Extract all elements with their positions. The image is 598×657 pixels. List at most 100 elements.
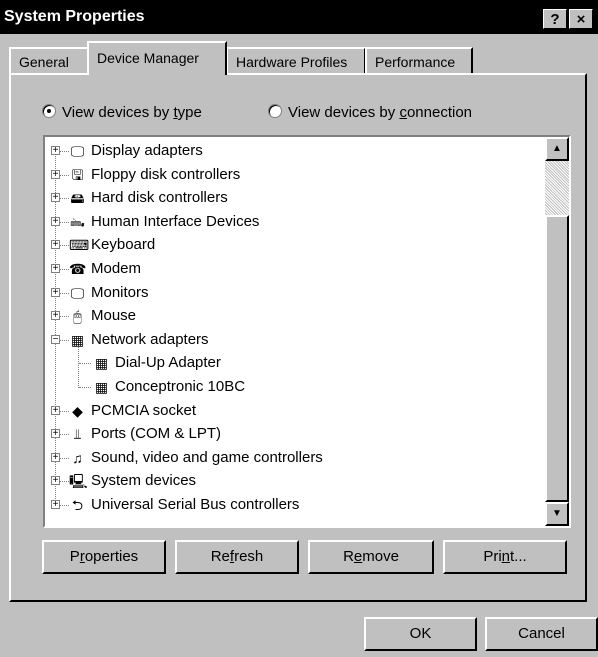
expand-icon[interactable]: + (51, 429, 60, 439)
close-button[interactable]: × (569, 9, 593, 29)
tree-line (60, 410, 69, 412)
tree-line (60, 457, 69, 459)
remove-button[interactable]: Remove (308, 540, 434, 574)
tree-item-label: Universal Serial Bus controllers (91, 496, 300, 513)
modem-icon: ☎ (69, 261, 87, 277)
vertical-scrollbar[interactable]: ▲ ▼ (545, 137, 569, 526)
tree-item[interactable]: + 🖳 System devices (45, 470, 535, 492)
tree-line (60, 221, 69, 223)
radio-view-by-connection[interactable]: View devices by connection (268, 104, 472, 121)
tree-item-label: System devices (91, 472, 197, 490)
floppy-controller-icon: 🖫 (71, 166, 84, 183)
radio-view-by-type[interactable]: View devices by type (42, 104, 202, 121)
title-bar[interactable]: System Properties ? × (0, 0, 598, 34)
tree-line (60, 481, 69, 483)
tree-item[interactable]: + 🖵 Monitors (45, 282, 535, 304)
tree-item-label: PCMCIA socket (91, 401, 197, 419)
expand-icon[interactable]: + (51, 476, 60, 486)
expand-icon[interactable]: + (51, 264, 60, 274)
tree-item[interactable]: + 🖱 Mouse (45, 305, 535, 327)
scroll-up-button[interactable]: ▲ (545, 137, 569, 161)
tree-item[interactable]: + 🖴 Hard disk controllers (45, 187, 535, 209)
display-icon: 🖵 (70, 143, 85, 159)
tree-line (60, 198, 69, 200)
tree-item-label: Human Interface Devices (91, 212, 260, 230)
collapse-icon[interactable]: − (51, 334, 60, 344)
tab-performance[interactable]: Performance (365, 47, 473, 74)
hid-icon: 🖦 (70, 213, 85, 230)
tab-device-manager[interactable]: Device Manager (87, 41, 227, 75)
scroll-track[interactable] (545, 161, 569, 215)
tree-item[interactable]: + 🖫 Floppy disk controllers (45, 164, 535, 186)
port-icon: ⫫ (73, 426, 82, 443)
tree-item-label: Floppy disk controllers (91, 165, 241, 183)
network-card-icon: ▦ (94, 355, 109, 372)
monitor-icon: 🖵 (70, 284, 85, 301)
scroll-down-button[interactable]: ▼ (545, 502, 569, 526)
tree-item-label: Dial-Up Adapter (115, 354, 221, 372)
radio-selected-icon (42, 104, 56, 118)
tree-line (60, 245, 69, 247)
properties-button[interactable]: Properties (42, 540, 166, 574)
tree-item[interactable]: + ♫ Sound, video and game controllers (45, 447, 535, 469)
network-card-icon: ▦ (94, 379, 109, 395)
tree-item-child[interactable]: ▦ Conceptronic 10BC (45, 376, 535, 398)
tree-line (60, 151, 69, 152)
expand-icon[interactable]: + (51, 193, 60, 203)
tree-line (79, 363, 91, 365)
expand-icon[interactable]: + (51, 146, 60, 156)
tree-line (60, 316, 69, 318)
tree-item-label: Network adapters (91, 330, 209, 348)
tree-item-label: Keyboard (91, 236, 156, 254)
tree-item[interactable]: + ⌨ Keyboard (45, 234, 535, 256)
tree-line (60, 505, 69, 506)
tree-item[interactable]: + ⮌ Universal Serial Bus controllers (45, 494, 535, 516)
mouse-icon: 🖱 (73, 308, 82, 325)
tree-item[interactable]: − ▦ Network adapters (45, 329, 535, 351)
pcmcia-icon: ◆ (72, 402, 83, 419)
ok-button[interactable]: OK (364, 617, 477, 651)
tree-item-label: Ports (COM & LPT) (91, 425, 222, 443)
radio-unselected-icon (268, 104, 282, 118)
system-device-icon: 🖳 (69, 473, 88, 490)
tree-item[interactable]: + ⫫ Ports (COM & LPT) (45, 423, 535, 445)
help-button[interactable]: ? (543, 9, 567, 29)
expand-icon[interactable]: + (51, 311, 60, 321)
expand-icon[interactable]: + (51, 405, 60, 415)
expand-icon[interactable]: + (51, 169, 60, 179)
system-properties-window: System Properties ? × General Device Man… (0, 0, 598, 657)
tree-item[interactable]: + ◆ PCMCIA socket (45, 400, 535, 422)
hard-disk-controller-icon: 🖴 (70, 190, 85, 207)
tree-item-label: Display adapters (91, 142, 203, 159)
tree-item-label: Sound, video and game controllers (91, 448, 323, 466)
device-tree[interactable]: + 🖵 Display adapters + 🖫 Floppy disk controll… (43, 135, 571, 528)
tree-line (60, 269, 69, 270)
network-adapter-icon: ▦ (70, 331, 85, 348)
sound-icon: ♫ (72, 449, 83, 466)
tree-line (60, 434, 69, 436)
tree-line (79, 387, 91, 388)
keyboard-icon: ⌨ (69, 237, 90, 254)
expand-icon[interactable]: + (51, 240, 60, 250)
tab-hardware-profiles[interactable]: Hardware Profiles (226, 47, 366, 74)
expand-icon[interactable]: + (51, 216, 60, 226)
expand-icon[interactable]: + (51, 287, 60, 297)
tree-item[interactable]: + ☎ Modem (45, 258, 535, 280)
refresh-button[interactable]: Refresh (175, 540, 299, 574)
scroll-thumb[interactable] (545, 215, 569, 502)
tab-general[interactable]: General (9, 47, 89, 74)
tree-item[interactable]: + 🖵 Display adapters (45, 140, 535, 162)
tree-item-label: Mouse (91, 307, 137, 325)
expand-icon[interactable]: + (51, 500, 60, 510)
print-button[interactable]: Print... (443, 540, 567, 574)
tree-item-label: Monitors (91, 283, 149, 301)
tree-line (60, 174, 69, 176)
tree-item-child[interactable]: ▦ Dial-Up Adapter (45, 352, 535, 374)
usb-icon: ⮌ (71, 497, 84, 513)
expand-icon[interactable]: + (51, 452, 60, 462)
tree-line (60, 339, 69, 341)
tree-item[interactable]: + 🖦 Human Interface Devices (45, 211, 535, 233)
tree-item-label: Conceptronic 10BC (115, 378, 246, 395)
cancel-button[interactable]: Cancel (485, 617, 598, 651)
tree-item-label: Modem (91, 260, 142, 277)
